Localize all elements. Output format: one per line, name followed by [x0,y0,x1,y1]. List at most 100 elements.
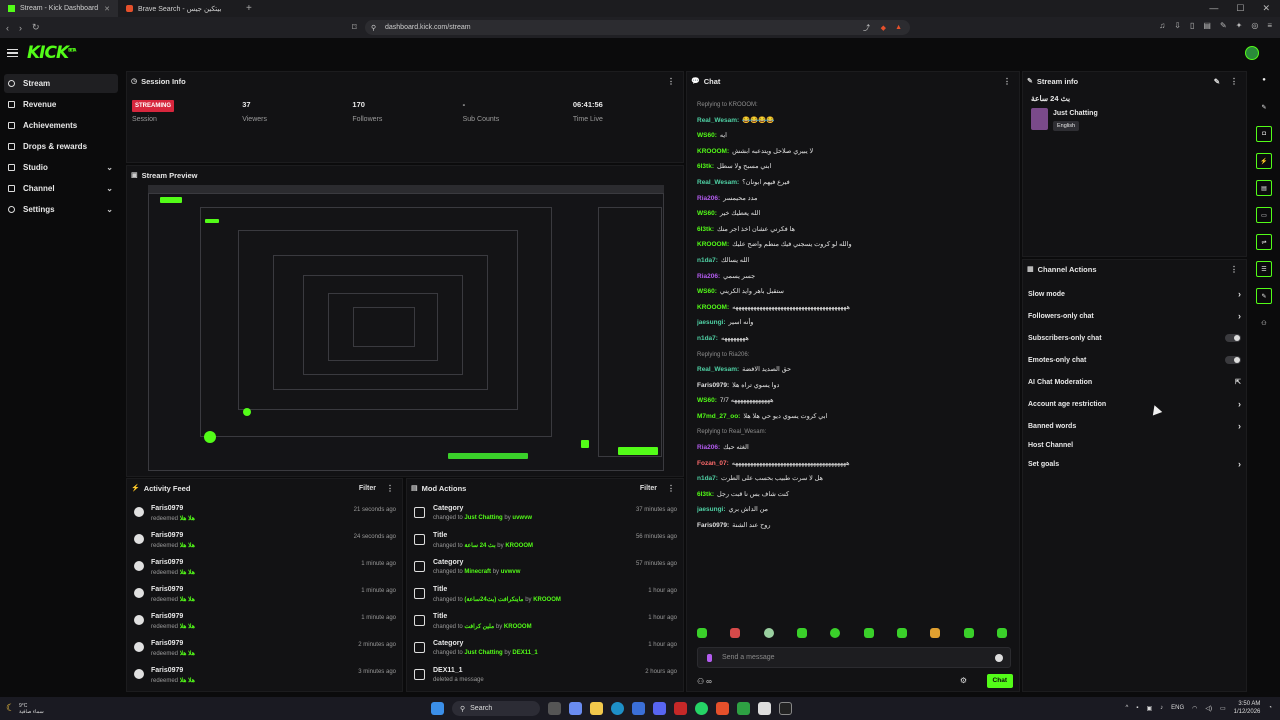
edge-icon[interactable] [611,702,624,715]
maximize-icon[interactable]: ☐ [1236,3,1244,14]
volume-icon[interactable]: ◁) [1205,705,1212,712]
chat-input[interactable]: Send a message [697,647,1011,668]
sidebar-toggle-icon[interactable]: ▯ [1190,21,1194,30]
chat-username[interactable]: Ria206: [697,273,720,280]
brave-shield-icon[interactable]: ◆ [881,24,886,32]
copilot-icon[interactable] [569,702,582,715]
downloads-icon[interactable]: ⇩ [1174,21,1181,30]
emote-icon[interactable] [830,628,841,638]
chat-username[interactable]: WS60: [697,288,717,295]
emote-icon[interactable] [996,628,1007,638]
channel-points-icon[interactable]: ⚇ [697,677,704,686]
more-options-icon[interactable]: ⋮ [1230,77,1238,86]
wrench-icon[interactable]: ✎ [1256,288,1272,304]
whatsapp-icon[interactable] [695,702,708,715]
close-window-icon[interactable]: ✕ [1262,3,1270,14]
windows-start-icon[interactable] [431,702,444,715]
chat-username[interactable]: Faris0979: [697,382,729,389]
chat-send-button[interactable]: Chat [986,674,1013,688]
more-options-icon[interactable]: ⋮ [386,484,394,493]
wifi-icon[interactable]: ◠ [1192,705,1197,712]
list-icon[interactable]: ☰ [1256,261,1272,277]
file-explorer-icon[interactable] [590,702,603,715]
extensions-icon[interactable]: ✎ [1220,21,1227,30]
chat-username[interactable]: jaesungi: [697,506,726,513]
site-info-icon[interactable]: ⚲ [371,24,376,32]
more-options-icon[interactable]: ⋮ [1003,77,1011,86]
tray-app-icon[interactable]: ▪ [1136,705,1138,711]
chat-username[interactable]: KROOOM: [697,241,729,248]
sidebar-item-revenue[interactable]: Revenue [4,95,118,114]
chat-username[interactable]: n1da7: [697,335,718,342]
task-view-icon[interactable] [548,702,561,715]
set-goals-action[interactable]: Set goals › [1023,453,1246,475]
notification-icon[interactable]: ◔ [1268,705,1272,711]
more-options-icon[interactable]: ⋮ [667,77,675,86]
leo-icon[interactable]: ✦ [1236,21,1243,30]
rewards-icon[interactable]: ▲ [895,24,902,31]
users-icon[interactable]: ⚇ [1256,315,1272,331]
language-indicator[interactable]: ENG [1171,705,1184,711]
chat-username[interactable]: Ria206: [697,444,720,451]
slow-mode-action[interactable]: Slow mode › [1023,283,1246,305]
emote-icon[interactable] [763,628,774,638]
sidebar-item-stream[interactable]: Stream [4,74,118,93]
emote-icon[interactable] [963,628,974,638]
chat-username[interactable]: M7md_27_oo: [697,413,740,420]
filter-button[interactable]: Filter [359,485,376,492]
clock[interactable]: 3:50 AM 1/12/2026 [1234,700,1261,716]
tab-brave-search[interactable]: Brave Search - بيتكين جيس [118,0,240,17]
reading-icon[interactable]: ▤ [1203,21,1211,30]
chat-settings-icon[interactable]: ⚙ [960,676,967,685]
category-name[interactable]: Just Chatting [1053,110,1098,117]
account-age-action[interactable]: Account age restriction › [1023,393,1246,415]
host-channel-action[interactable]: Host Channel [1023,437,1246,453]
pencil-icon[interactable]: ✎ [1256,99,1272,115]
share-icon[interactable]: ⤴ [863,23,870,33]
followers-only-action[interactable]: Followers-only chat › [1023,305,1246,327]
emote-icon[interactable] [697,628,707,638]
mic-icon[interactable] [707,654,712,662]
app-icon[interactable] [779,702,792,715]
tab-kick-dashboard[interactable]: Stream - Kick Dashboard ✕ [0,0,118,17]
new-tab-button[interactable]: + [240,3,258,14]
edit-icon[interactable]: ✎ [1214,77,1220,86]
more-options-icon[interactable]: ⋮ [667,484,675,493]
chat-icon[interactable]: ▭ [1256,207,1272,223]
kick-logo[interactable]: KICKBETA [27,43,76,63]
chat-username[interactable]: 6l3tk: [697,226,714,233]
stream-preview-video[interactable] [148,185,664,471]
bolt-icon[interactable]: ⚡ [1256,153,1272,169]
sidebar-item-channel[interactable]: Channel ⌄ [4,179,118,198]
ai-moderation-action[interactable]: AI Chat Moderation ⇱ [1023,371,1246,393]
chat-username[interactable]: Faris0979: [697,522,729,529]
address-bar[interactable]: ⚲ dashboard.kick.com/stream ⤴ ◆ ▲ [365,20,910,35]
close-tab-icon[interactable]: ✕ [104,5,110,13]
chat-username[interactable]: Real_Wesam: [697,179,739,186]
chat-username[interactable]: 6l3tk: [697,491,714,498]
chat-username[interactable]: KROOOM: [697,304,729,311]
app-icon[interactable] [632,702,645,715]
camera-icon[interactable]: ◘ [1256,126,1272,142]
chat-username[interactable]: WS60: [697,210,717,217]
menu-icon[interactable]: ≡ [1267,21,1272,30]
chat-username[interactable]: Real_Wesam: [697,366,739,373]
chat-username[interactable]: WS60: [697,132,717,139]
emotes-only-toggle[interactable] [1225,356,1241,364]
sidebar-item-studio[interactable]: Studio ⌄ [4,158,118,177]
mic-icon[interactable]: ♪ [1160,705,1163,711]
discord-icon[interactable] [653,702,666,715]
back-icon[interactable]: ‹ [6,23,9,33]
emote-icon[interactable] [796,628,807,638]
app-icon[interactable] [737,702,750,715]
chat-username[interactable]: Real_Wesam: [697,117,739,124]
battery-icon[interactable]: ▭ [1220,705,1226,712]
bookmark-icon[interactable]: ⌑ [352,22,357,33]
chat-username[interactable]: Fozan_07: [697,460,729,467]
notepad-icon[interactable] [758,702,771,715]
forward-icon[interactable]: › [19,23,22,33]
emote-icon[interactable] [863,628,874,638]
more-options-icon[interactable]: ⋮ [1230,265,1238,274]
chat-username[interactable]: WS60: [697,397,717,404]
reload-icon[interactable]: ↻ [32,22,40,33]
